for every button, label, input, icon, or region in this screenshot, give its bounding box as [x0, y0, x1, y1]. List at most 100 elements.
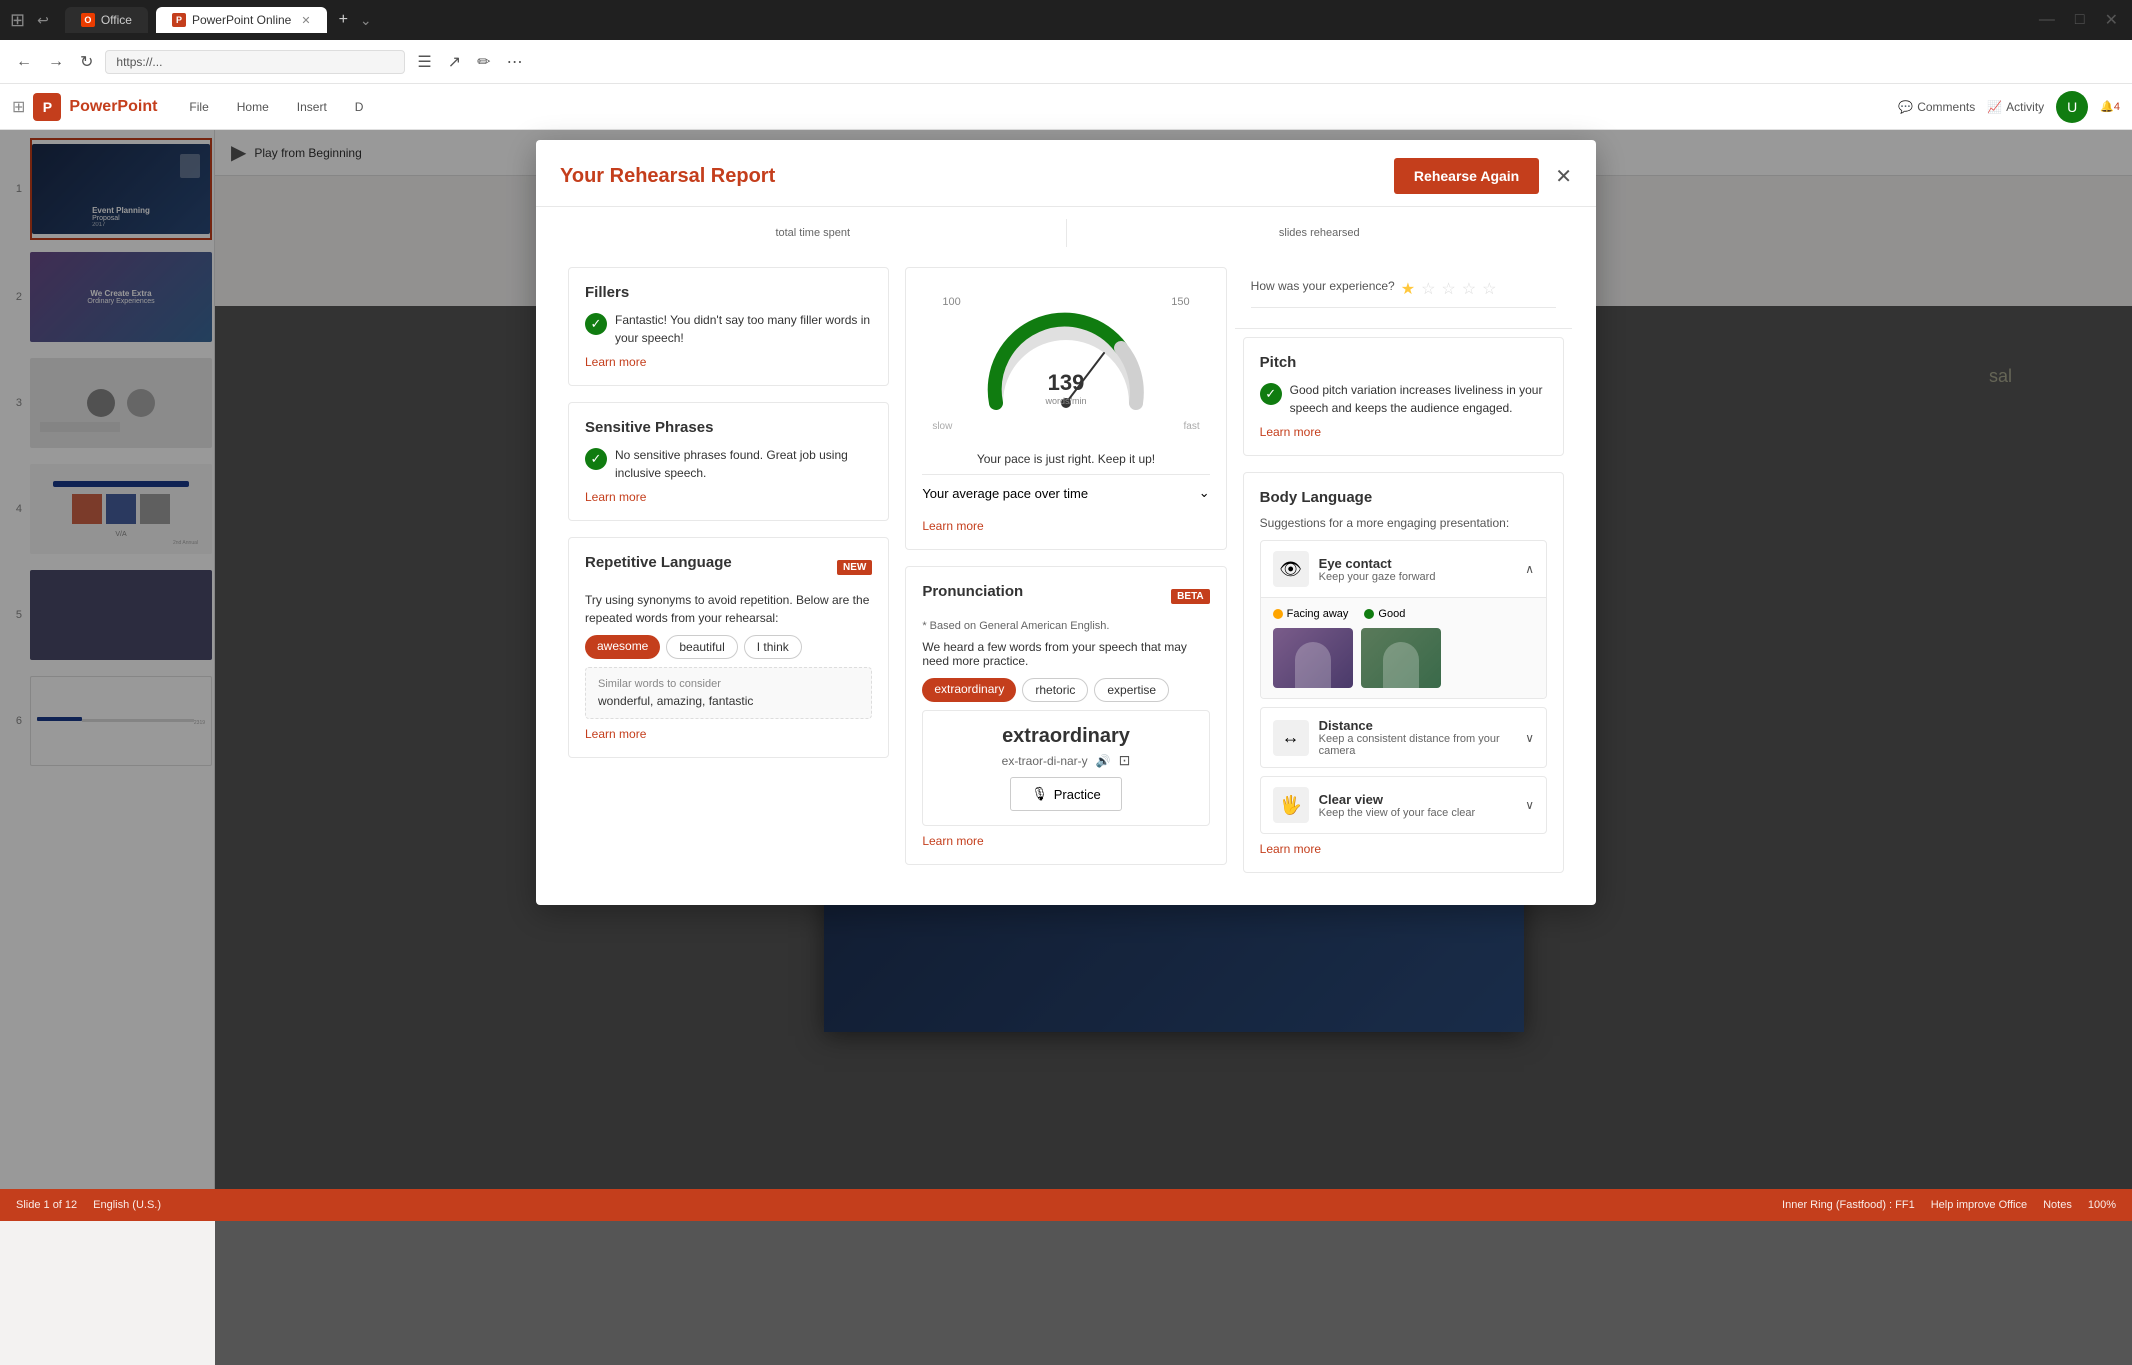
word-extraordinary[interactable]: extraordinary	[922, 678, 1016, 702]
comments-button[interactable]: 💬 Comments	[1898, 100, 1975, 114]
new-badge: NEW	[837, 560, 872, 575]
edit-btn[interactable]: ✏	[473, 48, 494, 76]
eye-contact-title: Eye contact	[1319, 556, 1516, 571]
share-btn[interactable]: ↗	[444, 48, 465, 76]
rehearse-again-button[interactable]: Rehearse Again	[1394, 158, 1539, 194]
svg-text:words/min: words/min	[1044, 396, 1086, 406]
rep-word-awesome[interactable]: awesome	[585, 635, 660, 659]
rep-word-think[interactable]: I think	[744, 635, 802, 659]
info-icon[interactable]: ⊡	[1119, 752, 1131, 769]
similar-words-box: Similar words to consider wonderful, ama…	[585, 667, 872, 719]
minimize-btn[interactable]: —	[2035, 6, 2059, 34]
middle-column: 100 150	[897, 259, 1234, 881]
rep-lang-learn-more[interactable]: Learn more	[585, 727, 872, 741]
pace-over-time[interactable]: Your average pace over time ⌄	[922, 474, 1209, 511]
pace-card: 100 150	[905, 267, 1226, 550]
new-tab-button[interactable]: +	[339, 11, 348, 29]
star-1[interactable]: ★	[1401, 279, 1415, 299]
heard-text: We heard a few words from your speech th…	[922, 640, 1209, 668]
office-logo: P	[33, 93, 61, 121]
tab-office[interactable]: O Office	[65, 7, 148, 33]
body-lang-learn-more[interactable]: Learn more	[1260, 842, 1547, 856]
activity-button[interactable]: 📈 Activity	[1987, 100, 2044, 114]
sensitive-learn-more[interactable]: Learn more	[585, 490, 872, 504]
eye-contact-icon: 👁	[1273, 551, 1309, 587]
rep-word-beautiful[interactable]: beautiful	[666, 635, 737, 659]
distance-header[interactable]: ↔ Distance Keep a consistent distance fr…	[1261, 708, 1546, 767]
right-column: How was your experience? ★ ☆ ☆ ☆ ☆ Pitch…	[1235, 259, 1572, 881]
pitch-title: Pitch	[1260, 354, 1547, 371]
clear-view-header[interactable]: 🖐 Clear view Keep the view of your face …	[1261, 777, 1546, 833]
settings-btn[interactable]: ☰	[413, 48, 435, 76]
rehearsal-report-modal: Your Rehearsal Report Rehearse Again ✕ t…	[536, 140, 1596, 905]
tab-powerpoint[interactable]: P PowerPoint Online ✕	[156, 7, 327, 33]
pronunciation-learn-more[interactable]: Learn more	[922, 834, 1209, 848]
rep-lang-desc: Try using synonyms to avoid repetition. …	[585, 591, 872, 627]
help-improve-btn[interactable]: Help improve Office	[1931, 1199, 2027, 1211]
zoom-btn[interactable]: 100%	[2088, 1199, 2116, 1211]
clear-view-info: Clear view Keep the view of your face cl…	[1319, 792, 1516, 819]
close-btn[interactable]: ✕	[2101, 6, 2122, 34]
status-bar: Slide 1 of 12 English (U.S.) Inner Ring …	[0, 1189, 2132, 1221]
pitch-learn-more[interactable]: Learn more	[1260, 425, 1547, 439]
user-avatar[interactable]: U	[2056, 91, 2088, 123]
fillers-card: Fillers ✓ Fantastic! You didn't say too …	[568, 267, 889, 386]
forward-btn[interactable]: →	[44, 49, 68, 75]
person-facing-away	[1273, 628, 1353, 688]
tab-close[interactable]: ✕	[301, 14, 310, 27]
tab-d[interactable]: D	[343, 94, 376, 120]
modal-header: Your Rehearsal Report Rehearse Again ✕	[536, 140, 1596, 207]
comments-label: Comments	[1917, 100, 1975, 114]
office-header: ⊞ P PowerPoint File Home Insert D 💬 Comm…	[0, 84, 2132, 130]
more-btn[interactable]: ⋯	[503, 48, 527, 76]
eye-contact-info: Eye contact Keep your gaze forward	[1319, 556, 1516, 583]
tab-insert[interactable]: Insert	[285, 94, 339, 120]
experience-title: How was your experience?	[1251, 279, 1395, 293]
word-expertise[interactable]: expertise	[1094, 678, 1169, 702]
word-rhetoric[interactable]: rhetoric	[1022, 678, 1088, 702]
fillers-learn-more[interactable]: Learn more	[585, 355, 872, 369]
practice-button[interactable]: 🎙 Practice	[1010, 777, 1121, 811]
star-3[interactable]: ☆	[1441, 279, 1455, 299]
notes-btn[interactable]: Notes	[2043, 1199, 2072, 1211]
distance-desc: Keep a consistent distance from your cam…	[1319, 733, 1516, 757]
pace-labels: slow fast	[932, 421, 1199, 432]
refresh-btn[interactable]: ↻	[76, 48, 97, 76]
eye-contact-chevron: ∧	[1525, 562, 1534, 576]
body-language-card: Body Language Suggestions for a more eng…	[1243, 472, 1564, 873]
total-time-stat: total time spent	[560, 219, 1067, 247]
ribbon-tabs: File Home Insert D	[177, 94, 375, 120]
tab-file[interactable]: File	[177, 94, 220, 120]
pitch-success-row: ✓ Good pitch variation increases livelin…	[1260, 381, 1547, 417]
modal-close-button[interactable]: ✕	[1555, 164, 1572, 189]
similar-words-text: wonderful, amazing, fantastic	[598, 694, 859, 708]
eye-contact-content: Facing away Good	[1261, 597, 1546, 698]
pace-learn-more[interactable]: Learn more	[922, 519, 1209, 533]
modal-overlay: Your Rehearsal Report Rehearse Again ✕ t…	[0, 130, 2132, 1189]
sensitive-success-text: No sensitive phrases found. Great job us…	[615, 446, 872, 482]
back-btn[interactable]: ←	[12, 49, 36, 75]
rep-lang-chips: awesome beautiful I think	[585, 635, 872, 659]
fillers-success-icon: ✓	[585, 313, 607, 335]
maximize-btn[interactable]: □	[2071, 6, 2089, 34]
sound-icon[interactable]: 🔊	[1096, 754, 1111, 768]
body-language-desc: Suggestions for a more engaging presenta…	[1260, 516, 1547, 530]
url-bar[interactable]	[105, 50, 405, 74]
star-4[interactable]: ☆	[1462, 279, 1476, 299]
star-2[interactable]: ☆	[1421, 279, 1435, 299]
left-column: Fillers ✓ Fantastic! You didn't say too …	[560, 259, 897, 881]
tab-home[interactable]: Home	[225, 94, 281, 120]
app-grid-icon[interactable]: ⊞	[12, 97, 25, 117]
eye-contact-header[interactable]: 👁 Eye contact Keep your gaze forward ∧	[1261, 541, 1546, 597]
fillers-title: Fillers	[585, 284, 872, 301]
activity-label: Activity	[2006, 100, 2044, 114]
pitch-card: Pitch ✓ Good pitch variation increases l…	[1243, 337, 1564, 456]
app-name: PowerPoint	[69, 98, 157, 116]
browser-chrome: ⊞ ↩ O Office P PowerPoint Online ✕ + ⌄ —…	[0, 0, 2132, 40]
speedometer-svg: 139 words/min	[976, 308, 1156, 418]
star-5[interactable]: ☆	[1482, 279, 1496, 299]
eye-status-row: Facing away Good	[1273, 608, 1534, 620]
sensitive-success-row: ✓ No sensitive phrases found. Great job …	[585, 446, 872, 482]
rep-lang-title: Repetitive Language	[585, 554, 732, 571]
sensitive-phrases-card: Sensitive Phrases ✓ No sensitive phrases…	[568, 402, 889, 521]
